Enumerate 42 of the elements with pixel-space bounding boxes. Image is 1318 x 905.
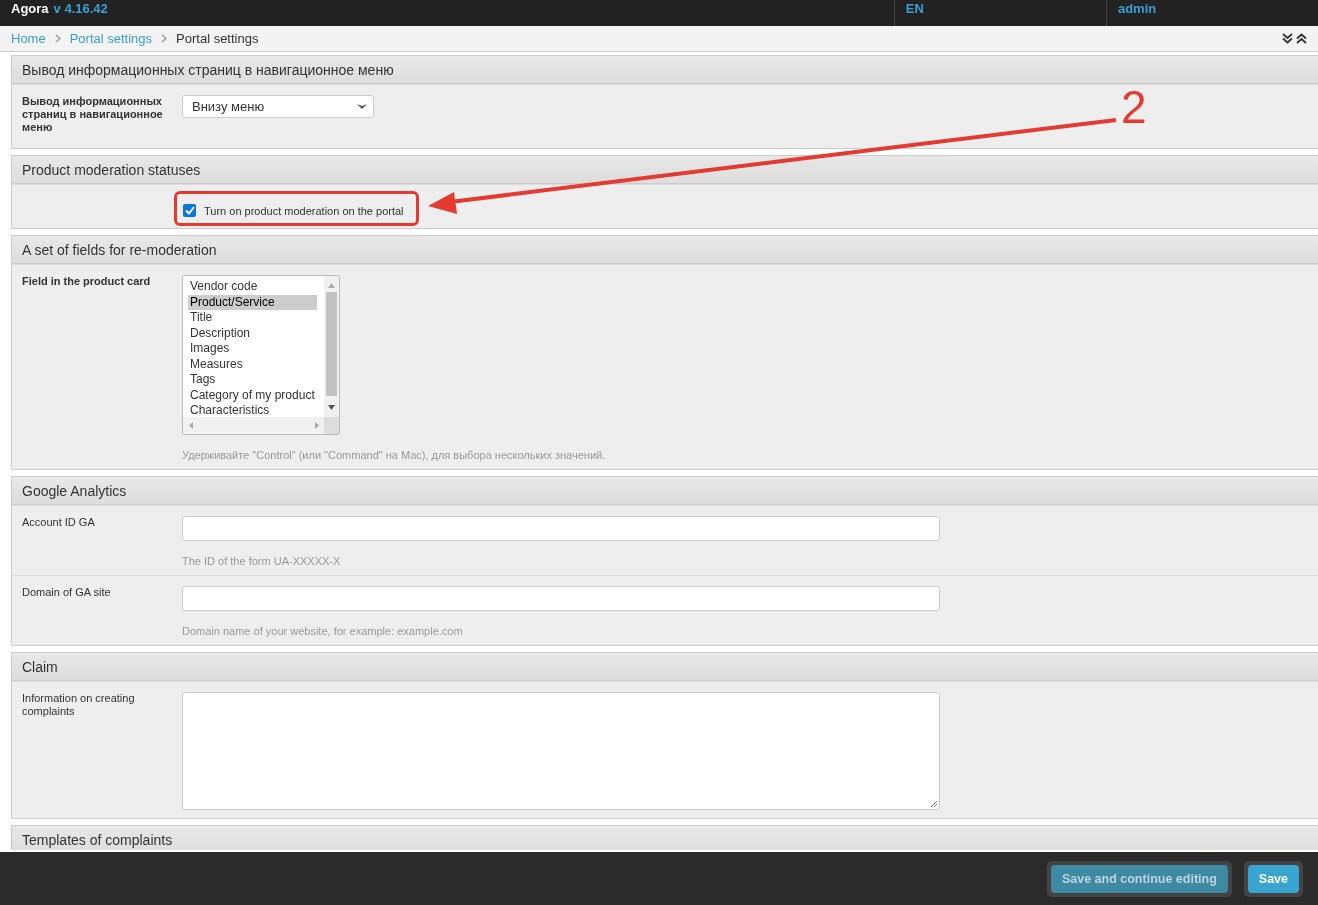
annotation-number: 2 <box>1121 84 1147 130</box>
collapse-all-icon[interactable] <box>1282 33 1293 44</box>
list-option[interactable]: Vendor code <box>188 279 317 295</box>
scrollbar-corner <box>324 417 339 434</box>
section-title: Google Analytics <box>22 482 127 499</box>
list-option[interactable]: Images <box>188 341 317 357</box>
checkbox[interactable] <box>183 204 196 217</box>
help-text: Domain name of your website, for example: example.com <box>182 625 463 637</box>
field-label: Account ID GA <box>22 516 96 530</box>
checkbox-label: Turn on product moderation on the portal <box>204 204 404 217</box>
resize-grip-icon[interactable] <box>930 800 938 808</box>
field-label: Вывод информационных страниц в навигационное меню <box>22 95 164 135</box>
list-option[interactable]: Characteristics <box>188 403 317 419</box>
text-input[interactable] <box>182 516 940 541</box>
field-label: Domain of GA site <box>22 586 112 600</box>
list-option[interactable]: Measures <box>188 356 317 372</box>
section-title: Вывод информационных страниц в навигационное меню <box>22 61 394 78</box>
list-option[interactable]: Product/Service <box>188 294 317 310</box>
user-menu[interactable]: admin <box>1117 1 1157 16</box>
breadcrumb: Portal settings <box>176 31 259 46</box>
list-option[interactable]: Category of my product <box>188 387 317 403</box>
version-label: v 4.16.42 <box>53 1 108 16</box>
section-title: Templates of complaints <box>22 831 173 848</box>
chevron-icon <box>54 34 61 43</box>
field-label: Information on creating complaints <box>22 692 136 719</box>
chevron-icon <box>161 34 168 43</box>
select-dropdown[interactable]: Внизу меню <box>182 95 374 118</box>
app-name: Agora <box>11 1 49 16</box>
help-text: Удерживайте "Control" (или "Command" на Mac), для выбора нескольких значений. <box>182 449 606 461</box>
language-menu[interactable]: EN <box>905 1 924 16</box>
help-text: The ID of the form UA-XXXXX-X <box>182 555 341 567</box>
list-box[interactable]: Vendor code Product/Service Title Description Images Measures Tags Category of my product Characteristics <box>182 275 340 435</box>
field-label: Field in the product card <box>22 275 152 289</box>
list-option[interactable]: Title <box>188 310 317 326</box>
expand-all-icon[interactable] <box>1296 33 1307 44</box>
list-option[interactable]: Tags <box>188 372 317 388</box>
section-title: A set of fields for re-moderation <box>22 241 217 258</box>
section-title: Product moderation statuses <box>22 161 201 178</box>
text-input[interactable] <box>182 586 940 611</box>
section-title: Claim <box>22 658 58 675</box>
list-option[interactable]: Description <box>188 325 317 341</box>
caret-icon <box>357 103 367 110</box>
